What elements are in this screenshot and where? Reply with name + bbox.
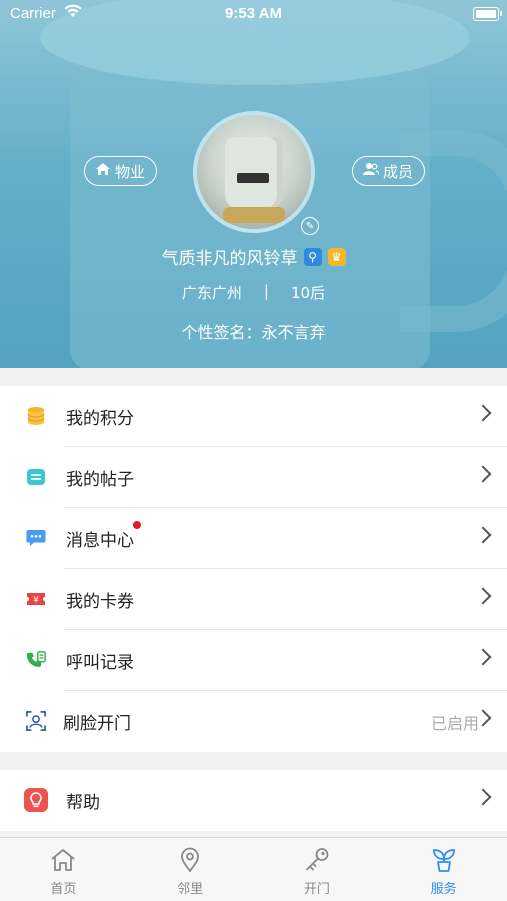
profile-header: Carrier 9:53 AM 物业 ✎ 成员 气质非凡的风铃草 ⚲ ♛ 广东广… (0, 0, 507, 368)
face-unlock-status: 已启用 (430, 713, 479, 733)
menu-item-label: 刷脸开门 (63, 714, 131, 734)
age-group-text: 10后 (290, 284, 326, 302)
menu-item-call-log[interactable]: 呼叫记录 (0, 630, 507, 691)
chevron-right-icon (474, 465, 492, 483)
chevron-right-icon (474, 788, 492, 806)
menu-item-label: 我的卡券 (66, 592, 134, 612)
menu-item-label: 我的帖子 (66, 470, 134, 490)
menu-item-face-unlock[interactable]: 刷脸开门 已启用 (0, 691, 507, 752)
tab-bar: 首页 邻里 开门 服务 (0, 837, 507, 901)
crown-badge-icon: ♛ (327, 247, 346, 266)
username: 气质非凡的风铃草 (161, 249, 298, 269)
help-section: 帮助 (0, 770, 507, 831)
menu-item-label: 帮助 (66, 793, 100, 813)
property-button[interactable]: 物业 (84, 156, 157, 186)
members-button-label: 成员 (383, 162, 414, 181)
tab-label: 邻里 (177, 882, 204, 897)
chevron-right-icon (474, 404, 492, 422)
plant-icon (430, 846, 458, 878)
property-button-label: 物业 (115, 162, 146, 181)
separator: | (263, 282, 269, 300)
home-icon (49, 846, 77, 878)
location-text: 广东广州 (181, 284, 242, 302)
key-icon (303, 846, 331, 878)
battery-icon (473, 7, 502, 21)
menu-list: 我的积分 我的帖子 消息中心 ¥ 我的卡券 呼叫记录 刷脸开门 已启用 (0, 386, 507, 752)
menu-item-posts[interactable]: 我的帖子 (0, 447, 507, 508)
unread-dot (133, 521, 141, 529)
menu-item-messages[interactable]: 消息中心 (0, 508, 507, 569)
tab-neighbors[interactable]: 邻里 (127, 838, 254, 901)
tab-home[interactable]: 首页 (0, 838, 127, 901)
coins-icon (26, 406, 46, 426)
menu-item-label: 我的积分 (66, 409, 134, 429)
key-badge-icon: ⚲ (303, 247, 322, 266)
menu-item-points[interactable]: 我的积分 (0, 386, 507, 447)
tab-label: 开门 (303, 882, 330, 897)
tab-label: 首页 (50, 882, 77, 897)
tab-label: 服务 (430, 882, 457, 897)
tab-open-door[interactable]: 开门 (254, 838, 381, 901)
status-bar: Carrier 9:53 AM (0, 0, 507, 28)
menu-item-help[interactable]: 帮助 (0, 770, 507, 831)
chevron-right-icon (474, 587, 492, 605)
svg-text:¥: ¥ (33, 596, 39, 606)
face-icon (26, 711, 46, 731)
username-row: 气质非凡的风铃草 ⚲ ♛ (0, 244, 507, 269)
location-row: 广东广州 | 10后 (0, 282, 507, 303)
avatar[interactable] (193, 111, 315, 233)
call-log-icon (26, 650, 46, 670)
signature-text: 个性签名：永不言弃 (181, 323, 326, 342)
post-icon (26, 467, 46, 487)
help-icon (24, 788, 48, 812)
members-icon (363, 162, 380, 180)
members-button[interactable]: 成员 (352, 156, 425, 186)
chevron-right-icon (474, 526, 492, 544)
message-icon (26, 528, 46, 548)
menu-item-label: 呼叫记录 (66, 653, 134, 673)
coupon-icon: ¥ (26, 589, 46, 609)
edit-avatar-icon[interactable]: ✎ (301, 217, 319, 235)
home-icon (95, 162, 111, 180)
tab-services[interactable]: 服务 (380, 838, 507, 901)
location-pin-icon (176, 846, 204, 878)
menu-item-coupons[interactable]: ¥ 我的卡券 (0, 569, 507, 630)
clock-time: 9:53 AM (225, 5, 282, 22)
chevron-right-icon (474, 648, 492, 666)
menu-item-label: 消息中心 (66, 531, 134, 551)
